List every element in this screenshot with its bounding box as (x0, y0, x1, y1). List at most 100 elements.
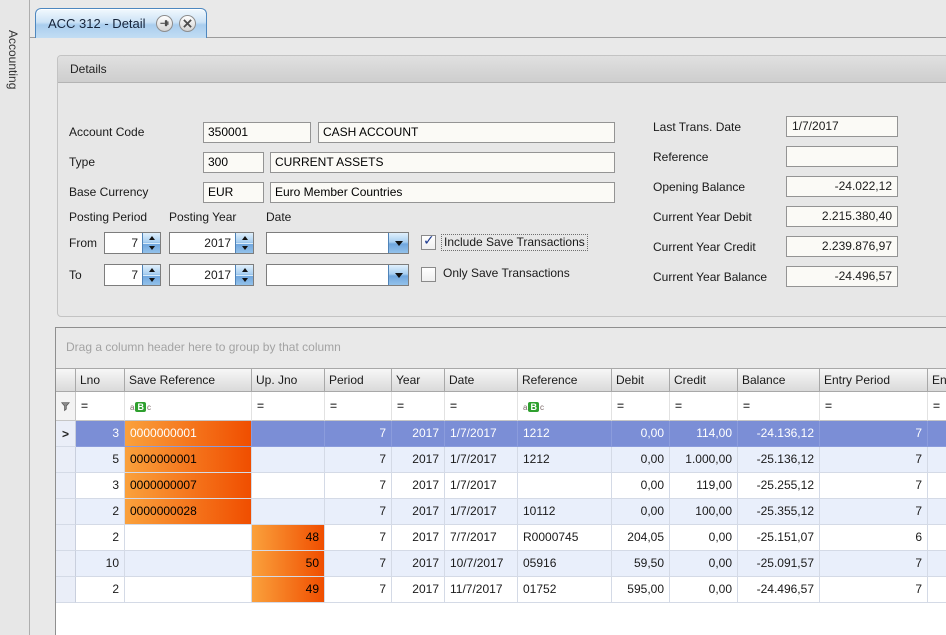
from-year-stepper[interactable]: 2017 (169, 232, 254, 254)
to-date-combo[interactable] (266, 264, 409, 286)
table-row[interactable]: 10507201710/7/20170591659,500,00-25.091,… (56, 551, 946, 577)
cell-lno[interactable]: 2 (76, 577, 125, 603)
cell-credit[interactable]: 0,00 (670, 525, 738, 551)
column-header-entry_period[interactable]: Entry Period (820, 368, 928, 392)
cell-lno[interactable]: 10 (76, 551, 125, 577)
cell-entry_period[interactable]: 7 (820, 421, 928, 447)
cell-reference[interactable]: 05916 (518, 551, 612, 577)
dropdown-button[interactable] (388, 265, 408, 285)
only-save-label[interactable]: Only Save Transactions (443, 266, 570, 281)
cell-up_jno[interactable]: 49 (252, 577, 325, 603)
spinner-buttons[interactable] (235, 233, 253, 253)
cell-entry_cut[interactable] (928, 551, 946, 577)
summary-value[interactable]: 1/7/2017 (786, 116, 898, 137)
column-header-period[interactable]: Period (325, 368, 392, 392)
table-row[interactable]: >30000000001720171/7/201712120,00114,00-… (56, 421, 946, 447)
cell-up_jno[interactable] (252, 473, 325, 499)
spin-up-icon[interactable] (242, 268, 248, 272)
cell-date[interactable]: 10/7/2017 (445, 551, 518, 577)
cell-credit[interactable]: 1.000,00 (670, 447, 738, 473)
spin-down-icon[interactable] (149, 246, 155, 250)
summary-value[interactable]: 2.215.380,40 (786, 206, 898, 227)
spin-up-icon[interactable] (149, 268, 155, 272)
filter-cell-entry_period[interactable]: = (820, 392, 928, 421)
cell-save_ref[interactable]: 0000000028 (125, 499, 252, 525)
dropdown-button[interactable] (388, 233, 408, 253)
cell-balance[interactable]: -24.136,12 (738, 421, 820, 447)
column-header-debit[interactable]: Debit (612, 368, 670, 392)
column-header-year[interactable]: Year (392, 368, 445, 392)
cell-entry_cut[interactable] (928, 421, 946, 447)
cell-up_jno[interactable] (252, 421, 325, 447)
cell-up_jno[interactable] (252, 447, 325, 473)
filter-cell-save_ref[interactable]: aBc (125, 392, 252, 421)
summary-value[interactable]: -24.022,12 (786, 176, 898, 197)
column-header-save_ref[interactable]: Save Reference (125, 368, 252, 392)
filter-cell-date[interactable]: = (445, 392, 518, 421)
cell-credit[interactable]: 0,00 (670, 551, 738, 577)
spinner-buttons[interactable] (235, 265, 253, 285)
cell-entry_cut[interactable] (928, 447, 946, 473)
cell-year[interactable]: 2017 (392, 421, 445, 447)
account-code-input[interactable]: 350001 (203, 122, 311, 143)
cell-entry_period[interactable]: 7 (820, 499, 928, 525)
column-header-reference[interactable]: Reference (518, 368, 612, 392)
summary-value[interactable] (786, 146, 898, 167)
spinner-buttons[interactable] (142, 233, 160, 253)
cell-period[interactable]: 7 (325, 499, 392, 525)
cell-date[interactable]: 1/7/2017 (445, 499, 518, 525)
cell-date[interactable]: 1/7/2017 (445, 473, 518, 499)
cell-period[interactable]: 7 (325, 577, 392, 603)
spin-up-icon[interactable] (242, 236, 248, 240)
only-save-checkbox[interactable]: ✓ (421, 267, 436, 282)
currency-code-input[interactable]: EUR (203, 182, 264, 203)
type-code-input[interactable]: 300 (203, 152, 264, 173)
cell-save_ref[interactable] (125, 577, 252, 603)
cell-credit[interactable]: 119,00 (670, 473, 738, 499)
include-save-label[interactable]: Include Save Transactions (441, 234, 588, 251)
cell-lno[interactable]: 3 (76, 473, 125, 499)
filter-cell-reference[interactable]: aBc (518, 392, 612, 421)
close-icon[interactable] (179, 15, 196, 32)
account-name-input[interactable]: CASH ACCOUNT (318, 122, 615, 143)
cell-period[interactable]: 7 (325, 551, 392, 577)
cell-entry_period[interactable]: 7 (820, 577, 928, 603)
cell-year[interactable]: 2017 (392, 525, 445, 551)
filter-cell-period[interactable]: = (325, 392, 392, 421)
cell-entry_period[interactable]: 7 (820, 473, 928, 499)
column-header-date[interactable]: Date (445, 368, 518, 392)
cell-balance[interactable]: -25.136,12 (738, 447, 820, 473)
cell-year[interactable]: 2017 (392, 577, 445, 603)
document-tab[interactable]: ACC 312 - Detail (35, 8, 207, 38)
cell-entry_period[interactable]: 7 (820, 551, 928, 577)
filter-cell-debit[interactable]: = (612, 392, 670, 421)
cell-date[interactable]: 1/7/2017 (445, 421, 518, 447)
filter-cell-year[interactable]: = (392, 392, 445, 421)
column-header-up_jno[interactable]: Up. Jno (252, 368, 325, 392)
cell-year[interactable]: 2017 (392, 551, 445, 577)
summary-value[interactable]: 2.239.876,97 (786, 236, 898, 257)
table-row[interactable]: 20000000028720171/7/2017101120,00100,00-… (56, 499, 946, 525)
spinner-buttons[interactable] (142, 265, 160, 285)
to-period-stepper[interactable]: 7 (104, 264, 161, 286)
include-save-checkbox[interactable]: ✓ (421, 235, 436, 250)
column-header-balance[interactable]: Balance (738, 368, 820, 392)
cell-entry_cut[interactable] (928, 499, 946, 525)
column-header-entry_cut[interactable]: En (928, 368, 946, 392)
type-name-input[interactable]: CURRENT ASSETS (270, 152, 615, 173)
cell-debit[interactable]: 0,00 (612, 473, 670, 499)
column-header-credit[interactable]: Credit (670, 368, 738, 392)
cell-debit[interactable]: 595,00 (612, 577, 670, 603)
currency-name-input[interactable]: Euro Member Countries (270, 182, 615, 203)
cell-debit[interactable]: 59,50 (612, 551, 670, 577)
cell-balance[interactable]: -25.091,57 (738, 551, 820, 577)
filter-cell-lno[interactable]: = (76, 392, 125, 421)
cell-reference[interactable] (518, 473, 612, 499)
spin-down-icon[interactable] (242, 278, 248, 282)
cell-lno[interactable]: 5 (76, 447, 125, 473)
filter-cell-entry_cut[interactable]: = (928, 392, 946, 421)
cell-period[interactable]: 7 (325, 525, 392, 551)
cell-up_jno[interactable] (252, 499, 325, 525)
summary-value[interactable]: -24.496,57 (786, 266, 898, 287)
spin-up-icon[interactable] (149, 236, 155, 240)
